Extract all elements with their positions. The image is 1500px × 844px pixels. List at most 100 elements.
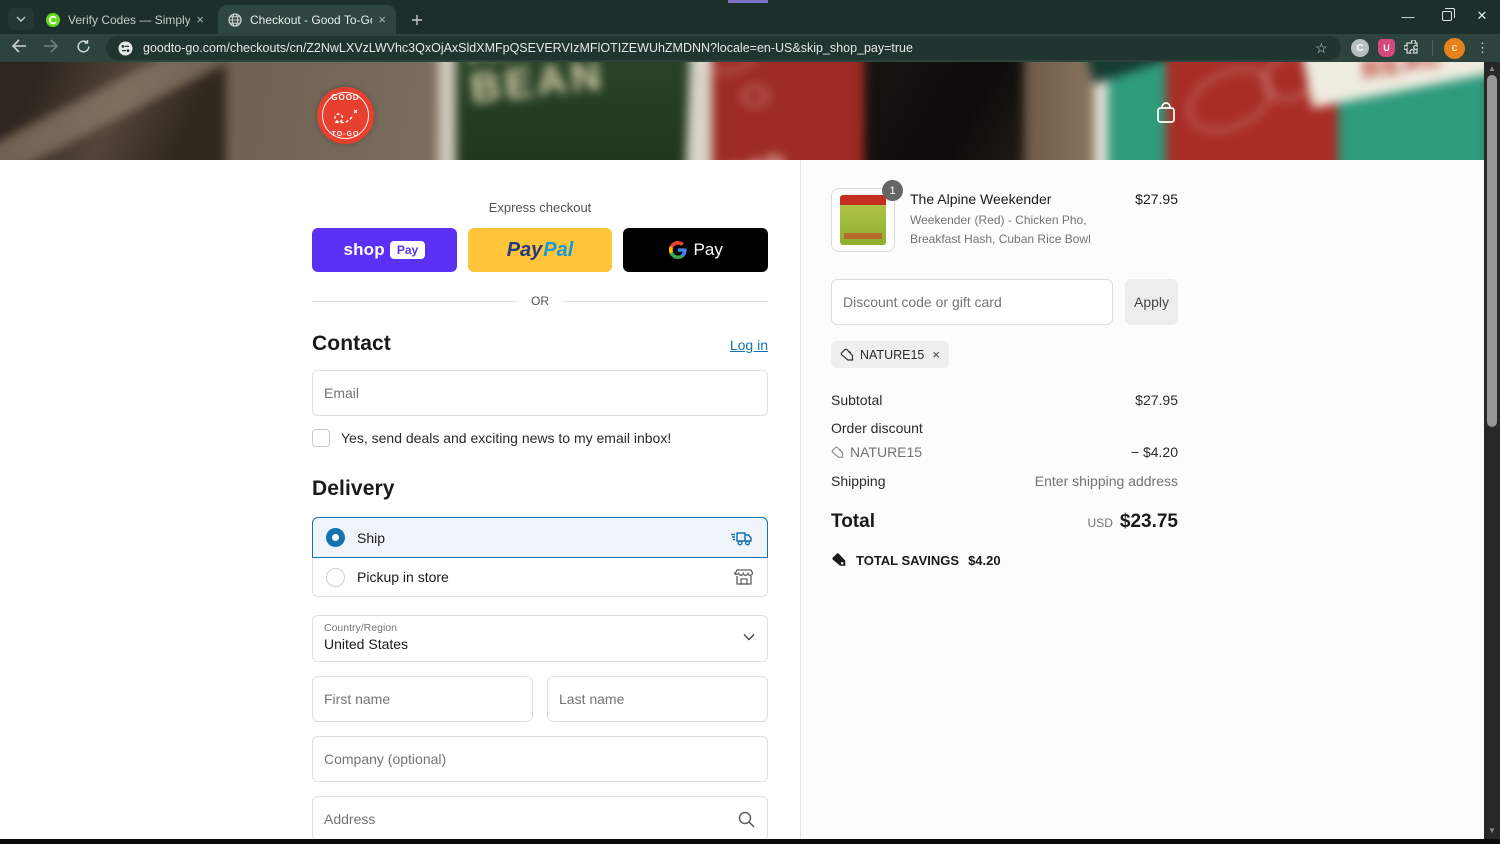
checkout-page: KABEAN · · · · · · · · · · · · · OOD REA…	[0, 62, 1484, 844]
browser-toolbar: goodto-go.com/checkouts/cn/Z2NwLXVzLWVhc…	[0, 34, 1500, 62]
tab-close-icon[interactable]: ×	[196, 13, 204, 26]
logo-squiggle-icon	[334, 109, 358, 124]
login-link[interactable]: Log in	[730, 337, 768, 353]
product-title: The Alpine Weekender	[910, 191, 1052, 207]
forward-button[interactable]	[38, 39, 64, 57]
savings-tag-icon	[832, 553, 846, 566]
pickup-radio[interactable]	[326, 567, 345, 587]
gpay-word: Pay	[693, 240, 723, 259]
scrollbar-thumb[interactable]	[1487, 75, 1497, 427]
new-tab-button[interactable]	[406, 9, 428, 31]
or-divider: OR	[312, 294, 768, 308]
quantity-badge: 1	[882, 180, 903, 201]
shop-pay-word: shop	[343, 240, 385, 259]
ship-option[interactable]: Ship	[312, 517, 768, 558]
shop-pay-button[interactable]: shop Pay	[312, 228, 457, 272]
banner-photo: KABEAN · · · · · · · · · · · · · OOD REA…	[0, 62, 1484, 160]
tag-icon	[840, 348, 854, 361]
delivery-heading: Delivery	[312, 477, 395, 500]
shipping-row: Shipping Enter shipping address	[831, 473, 1178, 489]
store-icon	[734, 569, 754, 585]
tab-strip: Verify Codes — SimplyCodes × Checkout - …	[0, 0, 1500, 34]
shipping-label: Shipping	[831, 473, 886, 489]
search-icon	[738, 811, 755, 828]
logo-text-top: GOOD	[331, 93, 360, 102]
truck-icon	[731, 531, 752, 545]
pickup-option[interactable]: Pickup in store	[312, 558, 768, 597]
total-savings-row: TOTAL SAVINGS $4.20	[831, 552, 1178, 568]
last-name-field[interactable]	[547, 676, 768, 722]
bookmark-star-icon[interactable]: ☆	[1315, 40, 1331, 56]
address-field[interactable]	[312, 796, 768, 842]
currency-code: USD	[1087, 516, 1113, 530]
google-pay-button[interactable]: Pay	[623, 228, 769, 272]
restore-button[interactable]	[1428, 0, 1466, 32]
tab-close-icon[interactable]: ×	[378, 13, 386, 26]
subtotal-row: Subtotal $27.95	[831, 392, 1178, 408]
discount-code-row: NATURE15 − $4.20	[831, 444, 1178, 460]
company-field[interactable]	[312, 736, 768, 782]
tab-search-button[interactable]	[8, 8, 34, 30]
extensions-puzzle-icon[interactable]	[1404, 39, 1421, 57]
checkout-main: Express checkout shop Pay Pay Pal Pay OR…	[0, 160, 800, 844]
reload-button[interactable]	[70, 39, 96, 58]
paypal-pay-word: Pay	[506, 238, 543, 261]
address-bar[interactable]: goodto-go.com/checkouts/cn/Z2NwLXVzLWVhc…	[106, 36, 1341, 60]
store-header-banner: KABEAN · · · · · · · · · · · · · OOD REA…	[0, 62, 1484, 160]
tab-checkout[interactable]: Checkout - Good To-Go ×	[218, 5, 396, 34]
extension-c-icon[interactable]: C	[1351, 39, 1369, 57]
savings-label: TOTAL SAVINGS	[856, 552, 960, 568]
minimize-button[interactable]: —	[1389, 0, 1427, 32]
first-name-field[interactable]	[312, 676, 533, 722]
scrollbar-up-arrow[interactable]: ▲	[1484, 62, 1500, 76]
paypal-button[interactable]: Pay Pal	[467, 228, 613, 272]
reload-icon	[76, 39, 90, 52]
back-icon	[11, 39, 26, 53]
url-text: goodto-go.com/checkouts/cn/Z2NwLXVzLWVhc…	[143, 41, 913, 55]
pickup-label: Pickup in store	[357, 569, 449, 585]
product-price: $27.95	[1135, 191, 1178, 207]
subtotal-label: Subtotal	[831, 392, 883, 408]
apply-button[interactable]: Apply	[1125, 279, 1178, 325]
contact-heading: Contact	[312, 332, 391, 355]
order-discount-row: Order discount	[831, 420, 1178, 436]
email-field[interactable]	[312, 370, 768, 416]
shop-pay-chip: Pay	[389, 241, 426, 259]
page-scrollbar[interactable]: ▲ ▼	[1484, 62, 1500, 844]
back-button[interactable]	[6, 39, 32, 57]
country-value: United States	[324, 636, 409, 652]
google-g-icon	[668, 241, 687, 259]
tab-simplycodes[interactable]: Verify Codes — SimplyCodes ×	[36, 5, 214, 34]
order-discount-label: Order discount	[831, 420, 923, 436]
profile-avatar[interactable]: c	[1444, 37, 1465, 59]
window-close-button[interactable]: ✕	[1463, 0, 1500, 32]
remove-discount-icon[interactable]: ×	[932, 347, 940, 362]
simplycodes-favicon	[46, 12, 60, 27]
tag-icon	[831, 446, 844, 458]
shipping-value: Enter shipping address	[1034, 473, 1178, 489]
chevron-down-icon	[743, 634, 755, 641]
newsletter-checkbox[interactable]	[312, 429, 330, 447]
newsletter-label: Yes, send deals and exciting news to my …	[341, 430, 672, 446]
scrollbar-down-arrow[interactable]: ▼	[1484, 824, 1500, 838]
site-info-icon	[118, 41, 133, 55]
ship-radio[interactable]	[326, 528, 345, 547]
loading-indicator	[728, 0, 768, 3]
cart-bag-icon[interactable]	[1153, 100, 1179, 126]
savings-value: $4.20	[968, 552, 1001, 568]
discount-code-input[interactable]	[831, 279, 1113, 325]
tab-title: Verify Codes — SimplyCodes	[68, 12, 191, 27]
browser-menu-icon[interactable]: ⋮	[1476, 40, 1489, 56]
chevron-down-icon	[16, 16, 26, 22]
country-select[interactable]: Country/Region United States	[312, 615, 768, 662]
discount-amount: − $4.20	[1130, 444, 1178, 460]
paypal-pal-word: Pal	[543, 238, 574, 261]
total-value: $23.75	[1119, 511, 1178, 532]
shield-extension-icon[interactable]: U	[1378, 39, 1395, 57]
delivery-method-group: Ship Pickup in store	[312, 517, 768, 597]
store-logo[interactable]: GOOD TO-GO	[317, 87, 374, 144]
total-row: Total USD $23.75	[831, 511, 1178, 533]
express-checkout-label: Express checkout	[488, 200, 592, 215]
applied-code: NATURE15	[850, 444, 923, 460]
country-label: Country/Region	[324, 622, 397, 634]
